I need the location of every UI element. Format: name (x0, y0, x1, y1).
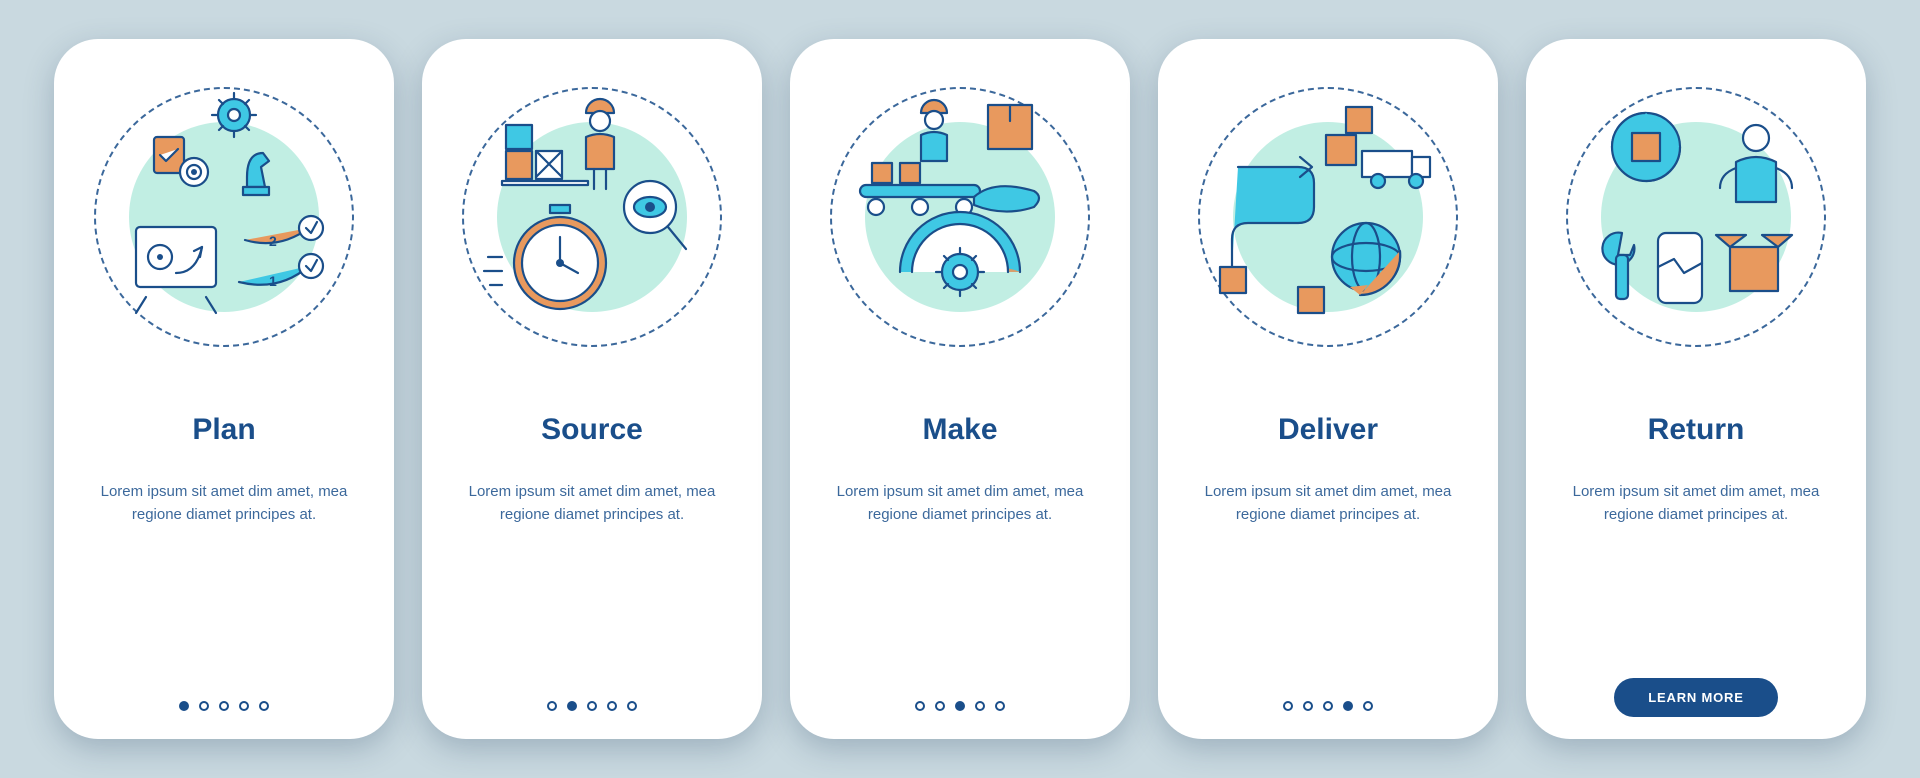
svg-text:1: 1 (269, 273, 277, 289)
pager-dot[interactable] (1323, 701, 1333, 711)
card-title: Plan (192, 413, 255, 447)
source-icon (452, 77, 732, 357)
deliver-icon (1188, 77, 1468, 357)
card-title: Return (1648, 413, 1745, 447)
pager-dots (1283, 701, 1373, 711)
pager-dot[interactable] (259, 701, 269, 711)
pager-dot[interactable] (1363, 701, 1373, 711)
pager-dot[interactable] (567, 701, 577, 711)
card-description: Lorem ipsum sit amet dim amet, mea regio… (76, 481, 372, 526)
pager-dot[interactable] (547, 701, 557, 711)
pager-dots (915, 701, 1005, 711)
pager-dot[interactable] (1303, 701, 1313, 711)
card-title: Make (922, 413, 997, 447)
pager-dot[interactable] (1283, 701, 1293, 711)
card-description: Lorem ipsum sit amet dim amet, mea regio… (444, 481, 740, 526)
phone-card-deliver: Deliver Lorem ipsum sit amet dim amet, m… (1158, 39, 1498, 739)
pager-dot[interactable] (1343, 701, 1353, 711)
pager-dots (547, 701, 637, 711)
make-icon (820, 77, 1100, 357)
pager-dot[interactable] (179, 701, 189, 711)
card-description: Lorem ipsum sit amet dim amet, mea regio… (1548, 481, 1844, 526)
pager-dot[interactable] (607, 701, 617, 711)
phone-card-source: Source Lorem ipsum sit amet dim amet, me… (422, 39, 762, 739)
pager-dot[interactable] (587, 701, 597, 711)
phone-card-return: Return Lorem ipsum sit amet dim amet, me… (1526, 39, 1866, 739)
pager-dot[interactable] (219, 701, 229, 711)
pager-dot[interactable] (627, 701, 637, 711)
pager-dot[interactable] (935, 701, 945, 711)
return-icon (1556, 77, 1836, 357)
pager-dots (179, 701, 269, 711)
pager-dot[interactable] (975, 701, 985, 711)
pager-dot[interactable] (199, 701, 209, 711)
svg-text:2: 2 (269, 233, 277, 249)
pager-dot[interactable] (995, 701, 1005, 711)
pager-dot[interactable] (239, 701, 249, 711)
plan-icon: 2 1 (84, 77, 364, 357)
card-description: Lorem ipsum sit amet dim amet, mea regio… (1180, 481, 1476, 526)
card-title: Source (541, 413, 643, 447)
phone-card-make: Make Lorem ipsum sit amet dim amet, mea … (790, 39, 1130, 739)
onboarding-screens: 2 1 Plan Lorem ipsum sit amet dim amet, … (24, 9, 1896, 769)
phone-card-plan: 2 1 Plan Lorem ipsum sit amet dim amet, … (54, 39, 394, 739)
learn-more-button[interactable]: LEARN MORE (1614, 678, 1777, 717)
card-description: Lorem ipsum sit amet dim amet, mea regio… (812, 481, 1108, 526)
card-title: Deliver (1278, 413, 1378, 447)
pager-dot[interactable] (915, 701, 925, 711)
pager-dot[interactable] (955, 701, 965, 711)
